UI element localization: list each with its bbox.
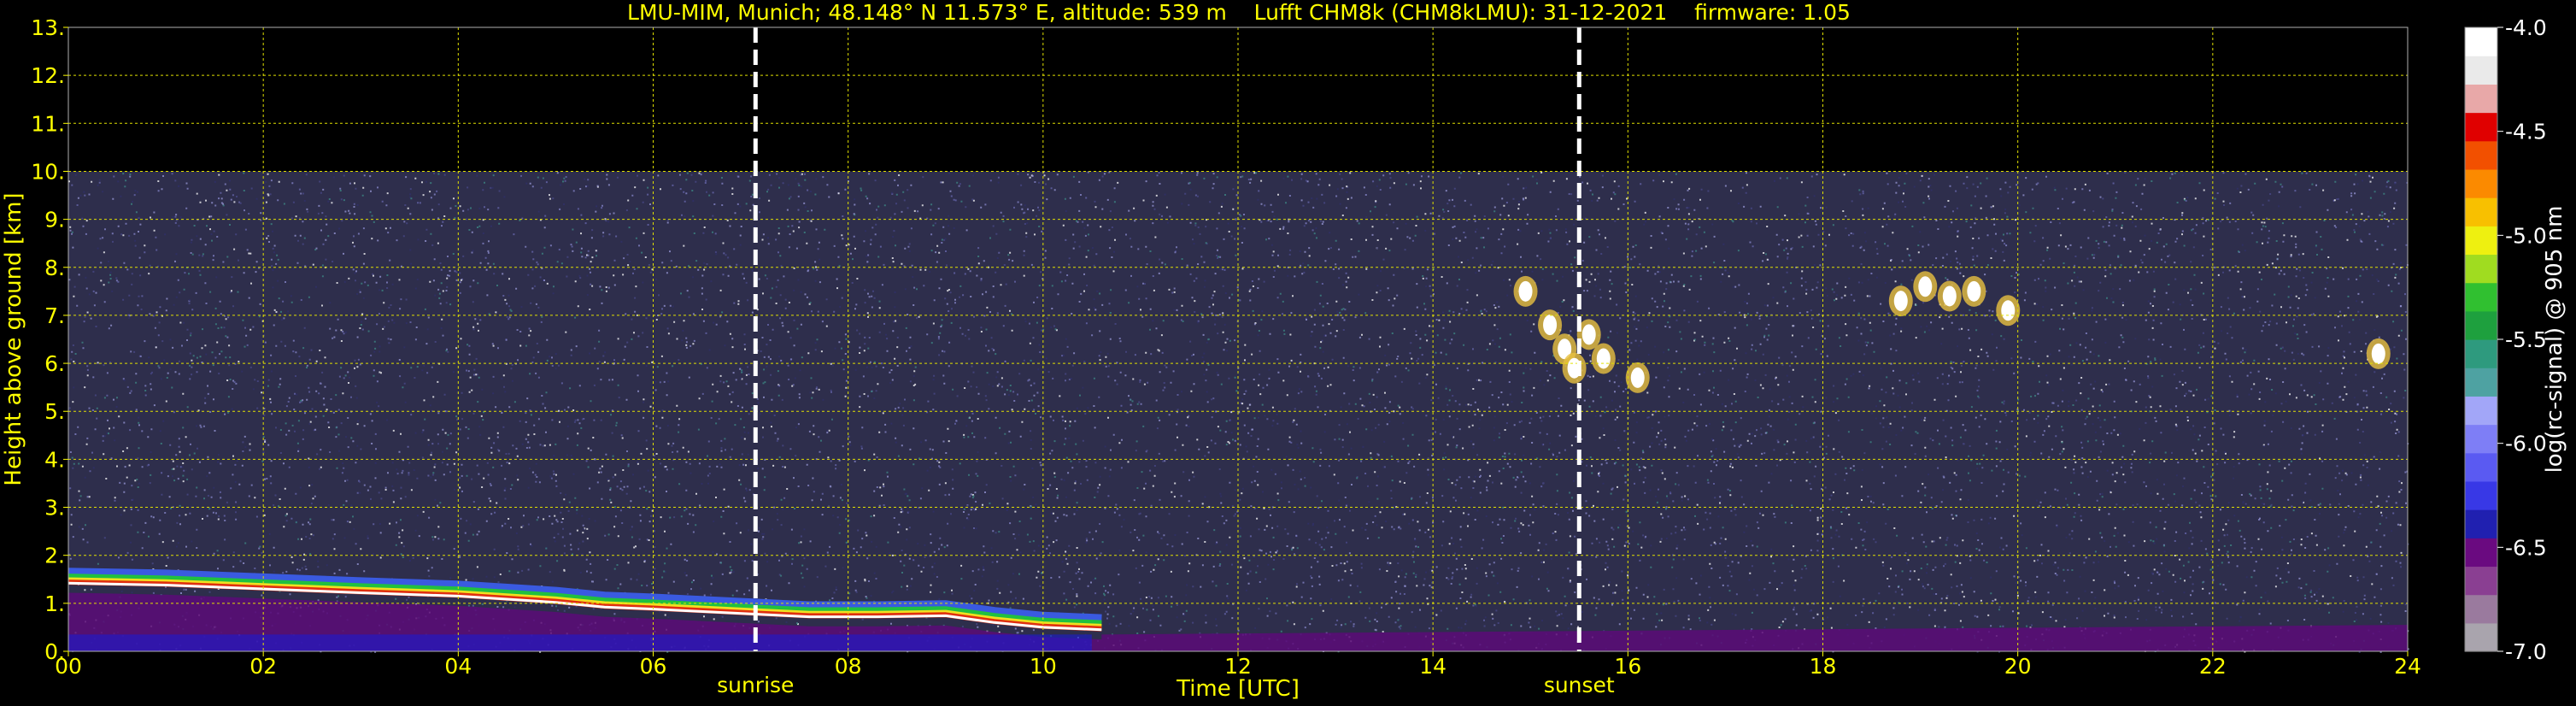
- colorbar-tick-label: -6.0: [2505, 432, 2547, 456]
- x-tick-label: 14: [1419, 654, 1446, 679]
- cloud-point-core: [1543, 315, 1558, 336]
- x-axis-ticks: 00 02 04 06 08 10 12 14 16 18 20 22 24: [55, 651, 2421, 679]
- x-tick-label: 20: [2004, 654, 2032, 679]
- colorbar-swatch: [2465, 480, 2497, 510]
- x-axis-label: Time [UTC]: [1176, 676, 1300, 702]
- y-tick-label: 11.: [31, 111, 65, 136]
- x-tick-label: 18: [1810, 654, 1837, 679]
- colorbar-swatch: [2465, 538, 2497, 568]
- sun-event-label: sunrise: [717, 673, 794, 697]
- colorbar-swatch: [2465, 566, 2497, 596]
- y-tick-label: 7.: [44, 303, 65, 328]
- y-tick-label: 3.: [44, 496, 65, 521]
- y-tick-label: 8.: [44, 256, 65, 280]
- y-tick-label: 2.: [44, 544, 65, 568]
- y-axis-ticks: 0. 1. 2. 3. 4. 5. 6. 7. 8. 9. 10. 11. 12. 13.: [31, 15, 68, 664]
- x-tick-label: 16: [1614, 654, 1641, 679]
- colorbar-label: log(rc-signal) @ 905 nm: [2542, 206, 2567, 474]
- cloud-point-core: [1942, 285, 1957, 307]
- aerosol-base: [68, 634, 1092, 651]
- y-tick-label: 10.: [31, 159, 65, 184]
- x-tick-label: 04: [444, 654, 472, 679]
- x-tick-label: 08: [835, 654, 862, 679]
- y-tick-label: 4.: [44, 447, 65, 472]
- x-tick-label: 02: [249, 654, 277, 679]
- colorbar-swatch: [2465, 84, 2497, 114]
- colorbar-swatch: [2465, 424, 2497, 454]
- colorbar-tick-label: -5.5: [2505, 327, 2547, 352]
- cloud-point-core: [2001, 300, 2016, 321]
- y-tick-label: 1.: [44, 591, 65, 616]
- colorbar-swatch: [2465, 368, 2497, 397]
- colorbar-swatch: [2465, 509, 2497, 538]
- y-tick-label: 13.: [31, 15, 65, 40]
- ceilometer-figure: LMU-MIM, Munich; 48.148° N 11.573° E, al…: [1, 0, 2567, 702]
- x-tick-label: 10: [1030, 654, 1057, 679]
- colorbar-swatches: [2465, 27, 2497, 652]
- colorbar: -4.0 -4.5 -5.0 -5.5 -6.0 -6.5 -7.0 log(rc-sign…: [2464, 15, 2567, 664]
- cloud-point-core: [2371, 343, 2385, 364]
- chart-title: LMU-MIM, Munich; 48.148° N 11.573° E, al…: [627, 0, 1851, 25]
- colorbar-swatch: [2465, 226, 2497, 256]
- colorbar-swatch: [2465, 594, 2497, 624]
- colorbar-tick-label: -4.5: [2505, 120, 2547, 144]
- colorbar-tick-label: -5.0: [2505, 223, 2547, 248]
- x-tick-label: 24: [2394, 654, 2421, 679]
- x-tick-label: 06: [640, 654, 667, 679]
- colorbar-swatch: [2465, 339, 2497, 368]
- colorbar-tick-label: -6.5: [2505, 535, 2547, 560]
- cloud-point-core: [1581, 324, 1596, 345]
- colorbar-tick-label: -4.0: [2505, 15, 2547, 40]
- colorbar-swatch: [2465, 254, 2497, 284]
- x-tick-label: 22: [2199, 654, 2227, 679]
- y-tick-label: 0.: [44, 639, 65, 664]
- colorbar-swatch: [2465, 622, 2497, 652]
- colorbar-swatch: [2465, 452, 2497, 482]
- colorbar-swatch: [2465, 112, 2497, 142]
- x-tick-label: 12: [1224, 654, 1252, 679]
- cloud-point-core: [1518, 280, 1533, 302]
- cloud-point-core: [1630, 367, 1645, 388]
- colorbar-swatch: [2465, 168, 2497, 198]
- y-axis-label: Height above ground [km]: [1, 192, 26, 485]
- colorbar-swatch: [2465, 140, 2497, 170]
- cloud-point-core: [1596, 348, 1611, 369]
- y-tick-label: 5.: [44, 399, 65, 424]
- colorbar-swatch: [2465, 27, 2497, 56]
- colorbar-swatch: [2465, 282, 2497, 312]
- colorbar-swatch: [2465, 310, 2497, 340]
- y-tick-label: 12.: [31, 63, 65, 88]
- colorbar-ticks: -4.0 -4.5 -5.0 -5.5 -6.0 -6.5 -7.0: [2497, 15, 2547, 664]
- colorbar-swatch: [2465, 197, 2497, 227]
- cloud-point-core: [1918, 276, 1933, 297]
- y-tick-label: 9.: [44, 208, 65, 232]
- plot-area: [67, 26, 2409, 654]
- sun-event-label: sunset: [1544, 673, 1615, 697]
- cloud-point-core: [1893, 291, 1908, 312]
- colorbar-swatch: [2465, 396, 2497, 426]
- cloud-point-core: [1967, 280, 1981, 302]
- y-tick-label: 6.: [44, 351, 65, 376]
- colorbar-tick-label: -7.0: [2505, 639, 2547, 664]
- colorbar-swatch: [2465, 56, 2497, 85]
